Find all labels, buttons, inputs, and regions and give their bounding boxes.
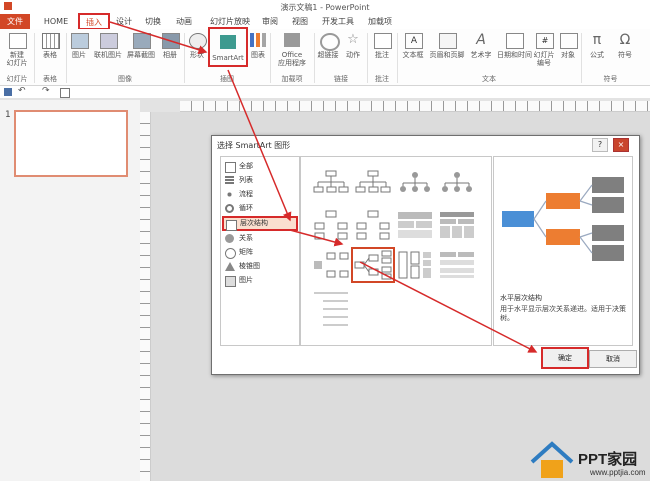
- logo-url: www.pptjia.com: [590, 468, 646, 477]
- logo-text: PPT家园: [578, 451, 638, 468]
- house-logo-icon: [530, 441, 574, 478]
- annotation-arrows: [109, 21, 538, 353]
